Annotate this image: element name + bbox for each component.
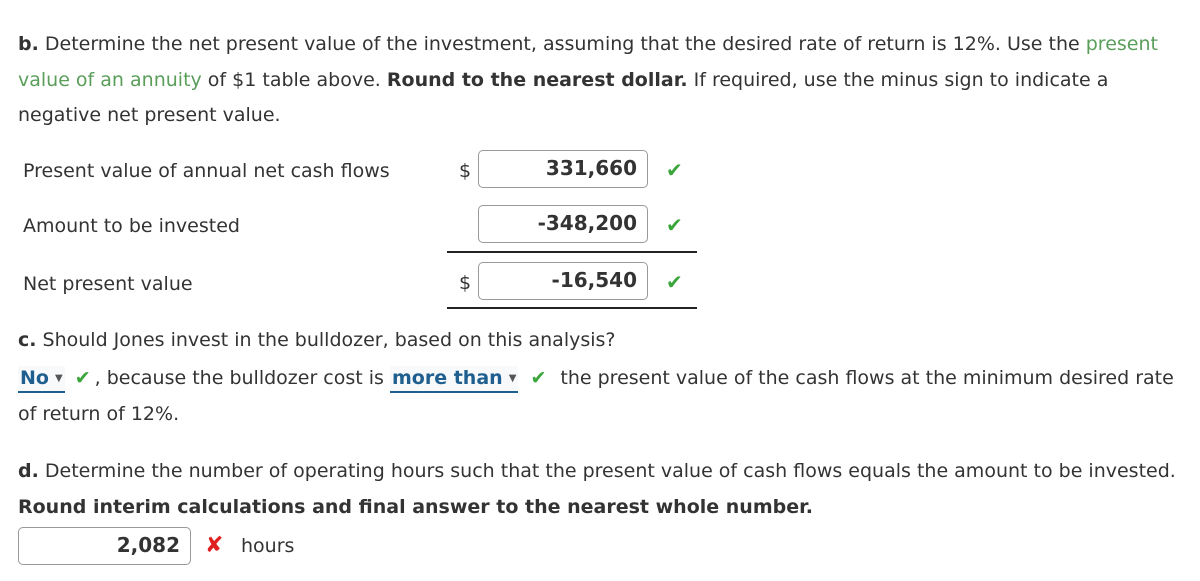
check-icon: ✔ <box>74 367 91 389</box>
currency-symbol: $ <box>459 160 472 182</box>
sum-divider <box>447 251 697 253</box>
part-c-answer: No ▼ ✔, because the bulldozer cost is mor… <box>18 361 1188 432</box>
npv-input[interactable]: -16,540 <box>478 262 648 300</box>
chevron-down-icon: ▼ <box>508 372 517 384</box>
amount-invested-input[interactable]: -348,200 <box>478 205 648 243</box>
dropdown-value: No <box>20 367 49 389</box>
check-icon: ✔ <box>666 158 683 182</box>
comparison-dropdown[interactable]: more than ▼ <box>390 366 519 393</box>
part-c-question: c. Should Jones invest in the bulldozer,… <box>18 323 1188 359</box>
check-icon: ✔ <box>666 213 683 237</box>
part-d-label: d. <box>18 460 39 482</box>
hours-unit-label: hours <box>241 535 295 557</box>
currency-symbol: $ <box>459 272 472 294</box>
part-d-round-instruction: Round interim calculations and final ans… <box>18 495 813 518</box>
dropdown-value: more than <box>392 367 503 389</box>
npv-label: Net present value <box>23 273 193 295</box>
chevron-down-icon: ▼ <box>54 372 63 384</box>
amount-invested-label: Amount to be invested <box>23 215 240 237</box>
part-b-text: Determine the net present value of the i… <box>38 33 1086 55</box>
pv-cash-flows-label: Present value of annual net cash flows <box>23 160 390 182</box>
check-icon: ✔ <box>666 270 683 294</box>
operating-hours-input[interactable]: 2,082 <box>18 527 191 565</box>
part-b-instructions: b. Determine the net present value of th… <box>18 27 1188 134</box>
pv-cash-flows-input[interactable]: 331,660 <box>478 150 648 188</box>
part-c-label: c. <box>18 329 37 351</box>
round-instruction: Round to the nearest dollar. <box>386 68 688 91</box>
part-c-text: Should Jones invest in the bulldozer, ba… <box>36 329 616 351</box>
invest-decision-dropdown[interactable]: No ▼ <box>18 366 65 393</box>
part-d-instructions: d. Determine the number of operating hou… <box>18 454 1188 525</box>
total-divider <box>447 307 697 309</box>
check-icon: ✔ <box>530 367 547 389</box>
part-d-text: Determine the number of operating hours … <box>38 460 1176 482</box>
part-b-text-2: of $1 table above. <box>201 68 387 91</box>
part-b-label: b. <box>18 33 39 55</box>
part-c-text-1: , because the bulldozer cost is <box>94 367 390 389</box>
x-icon: ✘ <box>205 533 224 558</box>
